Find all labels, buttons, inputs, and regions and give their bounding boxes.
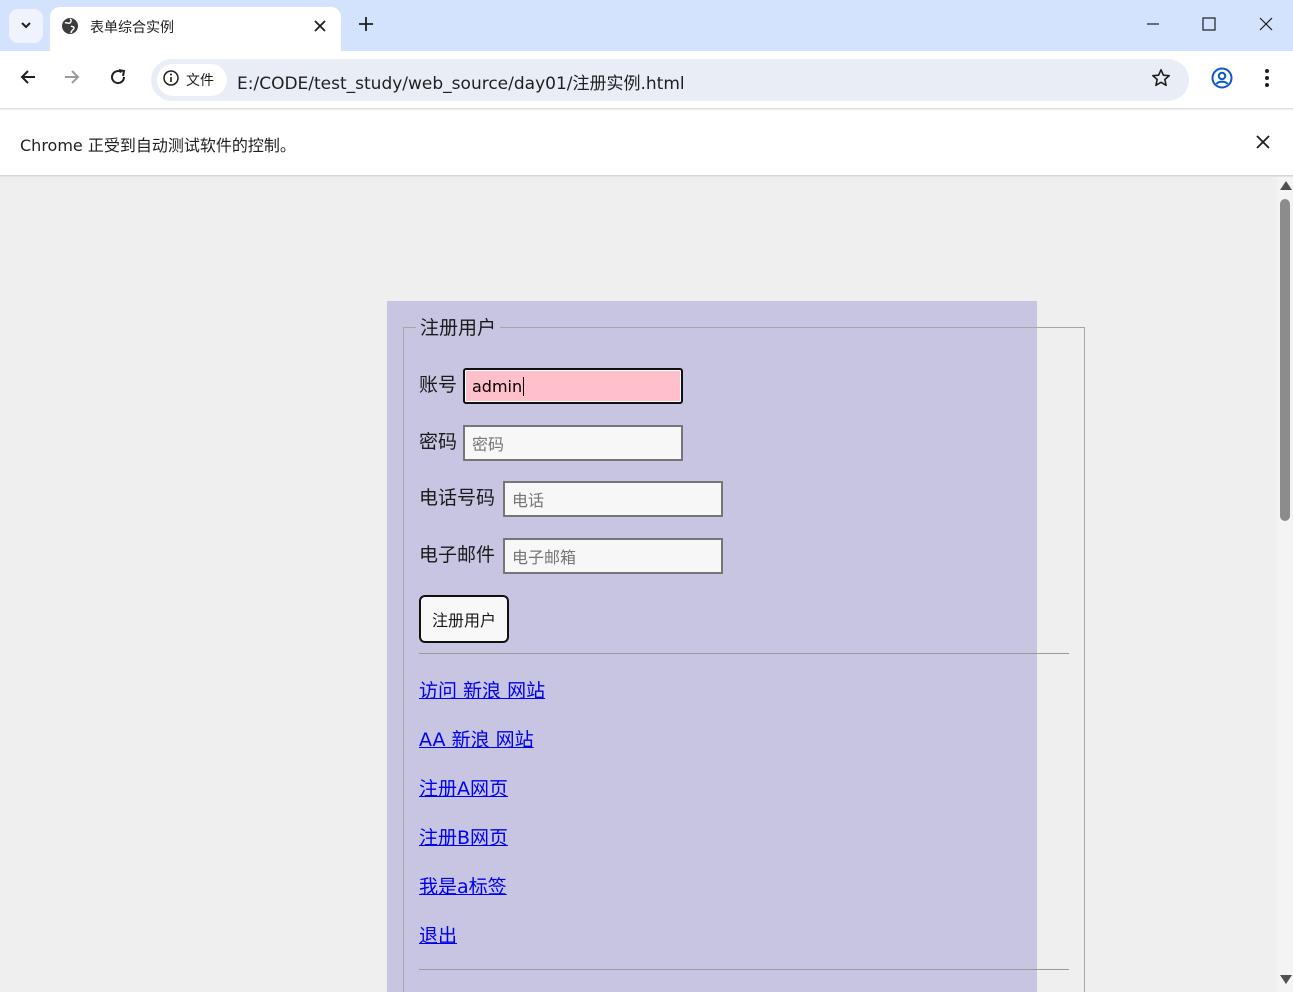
forward-button[interactable] [60,67,84,91]
globe-icon [61,17,79,35]
window-close-button[interactable] [1254,13,1278,37]
password-placeholder: 密码 [472,435,505,454]
register-submit-button[interactable]: 注册用户 [419,595,509,643]
link-logout[interactable]: 退出 [419,924,457,948]
tab-search-button[interactable] [9,9,43,43]
minimize-button[interactable] [1141,13,1165,37]
password-input[interactable]: 密码 [463,425,683,461]
arrow-left-icon [19,68,37,90]
link-aa-sina[interactable]: AA 新浪 网站 [419,728,534,752]
email-label: 电子邮件 [419,544,496,566]
chevron-down-icon [19,17,33,36]
browser-toolbar: 文件 E:/CODE/test_study/web_source/day01/注… [0,51,1293,109]
address-bar[interactable]: 文件 E:/CODE/test_study/web_source/day01/注… [151,59,1189,101]
link-register-b[interactable]: 注册B网页 [419,826,508,850]
vertical-scrollbar[interactable] [1277,177,1293,992]
email-input[interactable]: 电子邮箱 [503,538,723,574]
text-caret [523,376,525,396]
reload-icon [109,68,127,90]
divider [419,969,1069,970]
link-register-a[interactable]: 注册A网页 [419,777,508,801]
phone-input[interactable]: 电话 [503,481,723,517]
infobar-close-button[interactable] [1251,131,1275,155]
back-button[interactable] [16,67,40,91]
link-a-tag[interactable]: 我是a标签 [419,875,507,899]
email-placeholder: 电子邮箱 [512,548,577,567]
account-input[interactable]: admin [463,368,683,404]
link-visit-sina[interactable]: 访问 新浪 网站 [419,679,545,703]
maximize-icon [1202,16,1216,35]
automation-infobar: Chrome 正受到自动测试软件的控制。 [0,110,1293,176]
maximize-button[interactable] [1197,13,1221,37]
tab-active[interactable]: 表单综合实例 [50,7,341,51]
star-icon [1151,68,1171,92]
site-chip-label: 文件 [186,73,214,89]
reload-button[interactable] [106,67,130,91]
scroll-up-arrow-icon[interactable] [1280,181,1292,190]
phone-label: 电话号码 [419,487,496,509]
phone-placeholder: 电话 [512,491,545,510]
bookmark-button[interactable] [1149,68,1173,92]
infobar-message: Chrome 正受到自动测试软件的控制。 [20,136,296,155]
site-info-chip[interactable]: 文件 [157,64,227,96]
fieldset-legend: 注册用户 [416,317,501,339]
new-tab-button[interactable] [354,13,378,37]
arrow-right-icon [63,68,81,90]
password-label: 密码 [419,431,458,453]
info-icon [163,70,179,90]
scroll-down-arrow-icon[interactable] [1280,975,1292,984]
account-input-value: admin [472,376,523,396]
tab-title: 表单综合实例 [90,20,174,36]
scrollbar-thumb[interactable] [1280,199,1290,521]
close-icon [1259,16,1273,35]
profile-icon [1211,67,1233,93]
profile-button[interactable] [1210,67,1234,93]
menu-button[interactable] [1255,68,1279,92]
minimize-icon [1146,16,1160,35]
more-vert-icon [1264,68,1270,92]
tab-strip: 表单综合实例 [0,0,1293,51]
page-viewport: 注册用户 账号 admin 密码 密码 电话号码 电话 电子邮件 电子邮箱 注册… [0,177,1277,992]
close-icon[interactable] [310,16,330,36]
plus-icon [359,16,373,35]
divider [419,653,1069,654]
url-text[interactable]: E:/CODE/test_study/web_source/day01/注册实例… [237,69,685,94]
account-label: 账号 [419,374,458,396]
close-icon [1256,134,1270,153]
